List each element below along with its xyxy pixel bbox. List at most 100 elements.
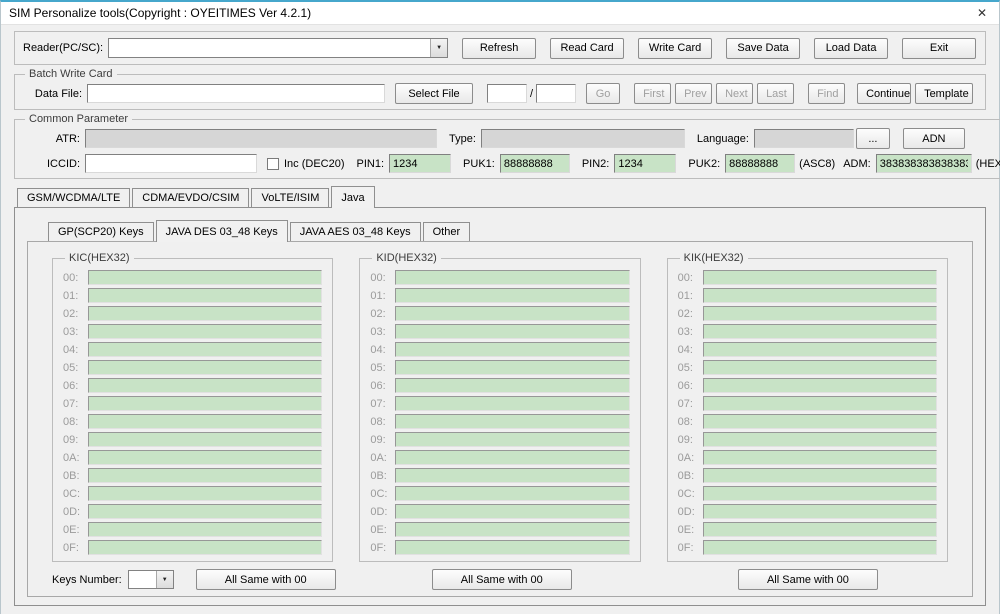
kic-key-input-01[interactable] [88,288,322,303]
key-row-label: 06: [678,380,703,392]
kic-key-input-06[interactable] [88,378,322,393]
kid-key-input-00[interactable] [395,270,629,285]
atr-field [85,129,437,148]
chevron-down-icon[interactable]: ▼ [156,571,173,588]
tab-java[interactable]: Java [331,186,374,208]
tab-cdma-evdo-csim[interactable]: CDMA/EVDO/CSIM [132,188,249,207]
close-icon[interactable]: ✕ [965,2,999,24]
kik-key-input-0D[interactable] [703,504,937,519]
inc-checkbox[interactable] [267,158,279,170]
read-card-button[interactable]: Read Card [550,38,624,59]
write-card-button[interactable]: Write Card [638,38,712,59]
template-button[interactable]: Template [915,83,973,104]
kid-key-input-0F[interactable] [395,540,629,555]
key-row-label: 0E: [678,524,703,536]
tab-gp-scp20-keys[interactable]: GP(SCP20) Keys [48,222,154,241]
kik-key-input-0F[interactable] [703,540,937,555]
kid-key-input-06[interactable] [395,378,629,393]
tab-java-aes-keys[interactable]: JAVA AES 03_48 Keys [290,222,421,241]
page-total-input[interactable] [536,84,576,103]
kid-key-input-0A[interactable] [395,450,629,465]
adm-label: ADM: [843,158,871,170]
kik-key-input-00[interactable] [703,270,937,285]
kic-key-input-03[interactable] [88,324,322,339]
kid-key-input-0B[interactable] [395,468,629,483]
kid-key-input-09[interactable] [395,432,629,447]
kic-key-input-0D[interactable] [88,504,322,519]
kik-key-input-02[interactable] [703,306,937,321]
tab-gsm-wcdma-lte[interactable]: GSM/WCDMA/LTE [17,188,130,207]
select-file-button[interactable]: Select File [395,83,473,104]
kic-key-input-0C[interactable] [88,486,322,501]
adn-button[interactable]: ADN [903,128,965,149]
keys-number-combobox[interactable]: ▼ [128,570,174,589]
key-row-label: 04: [678,344,703,356]
main-tab-strip: GSM/WCDMA/LTE CDMA/EVDO/CSIM VoLTE/ISIM … [14,186,986,207]
kic-key-input-08[interactable] [88,414,322,429]
iccid-input[interactable] [85,154,257,173]
kid-key-input-08[interactable] [395,414,629,429]
kic-key-input-04[interactable] [88,342,322,357]
reader-combobox-value[interactable] [109,39,430,57]
kid-key-input-03[interactable] [395,324,629,339]
adm-field[interactable] [876,154,972,173]
reader-combobox[interactable]: ▼ [108,38,448,58]
kic-key-input-0A[interactable] [88,450,322,465]
data-file-input[interactable] [87,84,385,103]
page-current-input[interactable] [487,84,527,103]
save-data-button[interactable]: Save Data [726,38,800,59]
continue-button[interactable]: Continue [857,83,911,104]
key-row: 06: [63,378,322,393]
tab-other[interactable]: Other [423,222,471,241]
key-row-label: 0B: [63,470,88,482]
kik-key-input-03[interactable] [703,324,937,339]
puk2-field[interactable] [725,154,795,173]
kik-key-input-01[interactable] [703,288,937,303]
kid-key-input-0C[interactable] [395,486,629,501]
kik-key-input-0E[interactable] [703,522,937,537]
reader-frame: Reader(PC/SC): ▼ Refresh Read Card Write… [14,31,986,65]
load-data-button[interactable]: Load Data [814,38,888,59]
kik-key-input-0A[interactable] [703,450,937,465]
kic-key-input-09[interactable] [88,432,322,447]
tab-volte-isim[interactable]: VoLTE/ISIM [251,188,329,207]
kic-key-input-07[interactable] [88,396,322,411]
kid-key-input-05[interactable] [395,360,629,375]
keys-number-value[interactable] [129,571,156,588]
refresh-button[interactable]: Refresh [462,38,536,59]
kid-key-input-02[interactable] [395,306,629,321]
key-row: 01: [678,288,937,303]
kid-key-input-0E[interactable] [395,522,629,537]
kik-key-input-07[interactable] [703,396,937,411]
kik-key-input-04[interactable] [703,342,937,357]
kid-key-input-07[interactable] [395,396,629,411]
kid-all-same-button[interactable]: All Same with 00 [432,569,572,590]
kid-key-input-0D[interactable] [395,504,629,519]
kik-key-input-05[interactable] [703,360,937,375]
kic-all-same-button[interactable]: All Same with 00 [196,569,336,590]
pin2-field[interactable] [614,154,676,173]
kid-group-title: KID(HEX32) [372,252,441,264]
kik-key-input-0C[interactable] [703,486,937,501]
kic-key-input-0F[interactable] [88,540,322,555]
kic-key-input-00[interactable] [88,270,322,285]
language-browse-button[interactable]: ... [856,128,890,149]
key-row-label: 0A: [678,452,703,464]
kik-key-input-08[interactable] [703,414,937,429]
kik-key-input-0B[interactable] [703,468,937,483]
kic-key-input-0E[interactable] [88,522,322,537]
tab-java-des-keys[interactable]: JAVA DES 03_48 Keys [156,220,288,242]
kid-key-input-04[interactable] [395,342,629,357]
kik-group-title: KIK(HEX32) [680,252,748,264]
kic-key-input-05[interactable] [88,360,322,375]
kik-all-same-button[interactable]: All Same with 00 [738,569,878,590]
chevron-down-icon[interactable]: ▼ [430,39,447,57]
kik-key-input-09[interactable] [703,432,937,447]
kik-key-input-06[interactable] [703,378,937,393]
exit-button[interactable]: Exit [902,38,976,59]
kid-key-input-01[interactable] [395,288,629,303]
pin1-field[interactable] [389,154,451,173]
kic-key-input-0B[interactable] [88,468,322,483]
kic-key-input-02[interactable] [88,306,322,321]
puk1-field[interactable] [500,154,570,173]
